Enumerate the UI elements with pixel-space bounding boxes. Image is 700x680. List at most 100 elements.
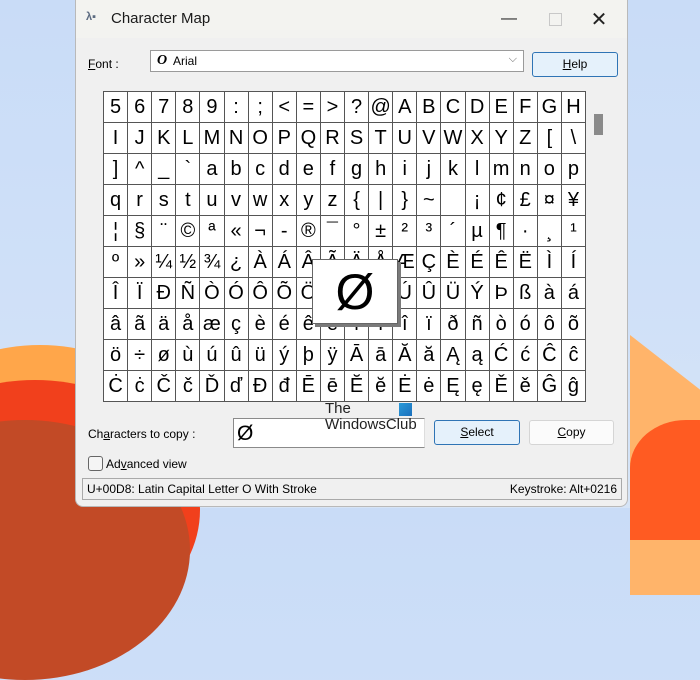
character-cell[interactable]: À — [248, 247, 273, 278]
character-cell[interactable]: ¨ — [152, 216, 177, 247]
character-cell[interactable]: ó — [513, 309, 538, 340]
character-cell[interactable]: ö — [104, 340, 129, 371]
character-cell[interactable]: k — [441, 154, 466, 185]
character-cell[interactable]: ³ — [417, 216, 442, 247]
character-cell[interactable]: V — [417, 123, 442, 154]
character-cell[interactable]: ~ — [417, 185, 442, 216]
character-cell[interactable]: X — [465, 123, 490, 154]
character-cell[interactable]: Ā — [345, 340, 370, 371]
character-cell[interactable]: ¹ — [561, 216, 586, 247]
character-cell[interactable]: ą — [465, 340, 490, 371]
character-cell[interactable]: ð — [441, 309, 466, 340]
character-cell[interactable]: F — [513, 92, 538, 123]
character-cell[interactable]: [ — [537, 123, 562, 154]
character-cell[interactable]: f — [320, 154, 345, 185]
character-cell[interactable]: G — [537, 92, 562, 123]
maximize-button[interactable] — [532, 4, 578, 34]
character-cell[interactable]: } — [393, 185, 418, 216]
character-cell[interactable]: ú — [200, 340, 225, 371]
character-cell[interactable]: ` — [176, 154, 201, 185]
character-cell[interactable]: å — [176, 309, 201, 340]
character-cell[interactable]: ¶ — [489, 216, 514, 247]
character-cell[interactable]: Î — [104, 278, 129, 309]
character-cell[interactable]: ¯ — [320, 216, 345, 247]
character-cell[interactable]: 6 — [128, 92, 153, 123]
character-cell[interactable]: K — [152, 123, 177, 154]
character-cell[interactable]: P — [272, 123, 297, 154]
character-cell[interactable]: ] — [104, 154, 129, 185]
character-cell[interactable]: ď — [224, 371, 249, 402]
character-cell[interactable]: j — [417, 154, 442, 185]
character-cell[interactable]: Ė — [393, 371, 418, 402]
character-cell[interactable]: » — [128, 247, 153, 278]
character-cell[interactable]: Í — [561, 247, 586, 278]
character-cell[interactable]: e — [296, 154, 321, 185]
character-cell[interactable]: m — [489, 154, 514, 185]
character-cell[interactable]: W — [441, 123, 466, 154]
character-cell[interactable]: ² — [393, 216, 418, 247]
character-cell[interactable]: þ — [296, 340, 321, 371]
character-cell[interactable]: â — [104, 309, 129, 340]
character-cell[interactable]: b — [224, 154, 249, 185]
character-cell[interactable]: H — [561, 92, 586, 123]
character-cell[interactable]: ĕ — [369, 371, 394, 402]
character-cell[interactable]: 7 — [152, 92, 177, 123]
character-cell[interactable]: : — [224, 92, 249, 123]
character-cell[interactable]: ċ — [128, 371, 153, 402]
character-cell[interactable]: ï — [417, 309, 442, 340]
character-cell[interactable]: ¾ — [200, 247, 225, 278]
character-cell[interactable]: ę — [465, 371, 490, 402]
character-cell[interactable]: ü — [248, 340, 273, 371]
character-cell[interactable]: Ċ — [104, 371, 129, 402]
minimize-button[interactable]: — — [486, 4, 532, 34]
character-cell[interactable]: r — [128, 185, 153, 216]
character-cell[interactable]: 5 — [104, 92, 129, 123]
character-cell[interactable]: J — [128, 123, 153, 154]
advanced-view-checkbox[interactable] — [88, 456, 103, 471]
character-cell[interactable]: ā — [369, 340, 394, 371]
character-cell[interactable]: < — [272, 92, 297, 123]
help-button[interactable]: Help — [532, 52, 618, 77]
character-cell[interactable]: ý — [272, 340, 297, 371]
character-cell[interactable]: æ — [200, 309, 225, 340]
character-cell[interactable]: ¬ — [248, 216, 273, 247]
character-cell[interactable]: o — [537, 154, 562, 185]
character-cell[interactable]: ô — [537, 309, 562, 340]
character-cell[interactable]: D — [465, 92, 490, 123]
character-cell[interactable]: Ç — [417, 247, 442, 278]
character-cell[interactable]: L — [176, 123, 201, 154]
character-cell[interactable]: Ô — [248, 278, 273, 309]
character-cell[interactable]: ¡ — [465, 185, 490, 216]
character-cell[interactable]: č — [176, 371, 201, 402]
character-cell[interactable]: R — [320, 123, 345, 154]
character-grid[interactable]: 5 6 7 8 9:; < = >? @ A B C D E F G H I J K L M N O P Q R S T U V W X Y Z[\… — [103, 91, 586, 402]
character-cell[interactable]: ø — [152, 340, 177, 371]
title-bar[interactable]: λ▪ Character Map — ✕ — [76, 0, 627, 38]
character-cell[interactable]: Þ — [489, 278, 514, 309]
character-cell[interactable]: S — [345, 123, 370, 154]
character-cell[interactable]: ± — [369, 216, 394, 247]
character-cell[interactable]: C — [441, 92, 466, 123]
character-cell[interactable]: û — [224, 340, 249, 371]
character-cell[interactable]: Á — [272, 247, 297, 278]
character-cell[interactable]: Č — [152, 371, 177, 402]
character-cell[interactable]: ù — [176, 340, 201, 371]
character-cell[interactable]: Ü — [441, 278, 466, 309]
character-cell[interactable]: ĝ — [561, 371, 586, 402]
character-cell[interactable]: £ — [513, 185, 538, 216]
character-cell[interactable]: õ — [561, 309, 586, 340]
character-cell[interactable]: « — [224, 216, 249, 247]
character-cell[interactable]: { — [345, 185, 370, 216]
copy-button[interactable]: Copy — [529, 420, 614, 445]
character-cell[interactable]: ÿ — [320, 340, 345, 371]
scrollbar-thumb[interactable] — [594, 114, 603, 135]
character-cell[interactable]: _ — [152, 154, 177, 185]
character-cell[interactable]: ´ — [441, 216, 466, 247]
character-cell[interactable]: U — [393, 123, 418, 154]
character-cell[interactable]: µ — [465, 216, 490, 247]
character-cell[interactable]: Ă — [393, 340, 418, 371]
character-cell[interactable]: Ò — [200, 278, 225, 309]
character-cell[interactable]: v — [224, 185, 249, 216]
character-cell[interactable]: © — [176, 216, 201, 247]
character-cell[interactable]: ò — [489, 309, 514, 340]
